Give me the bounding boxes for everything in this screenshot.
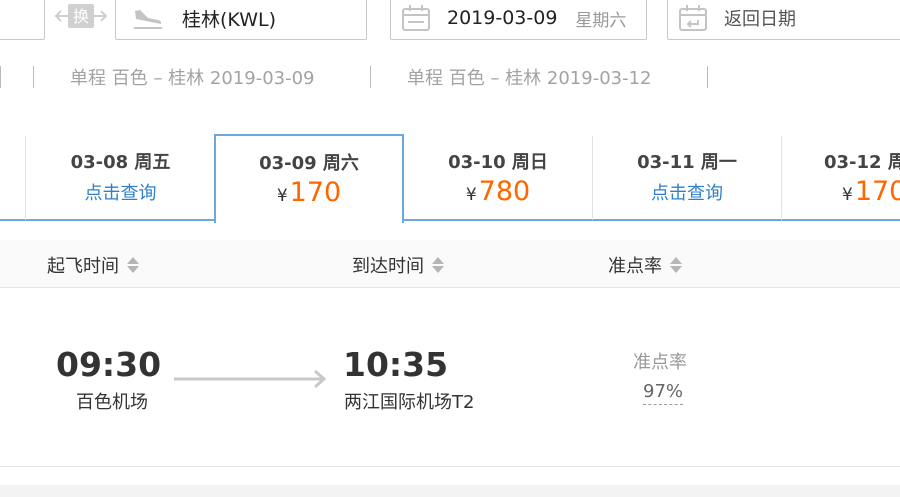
tab-date-label: 03-09 周六 — [259, 153, 359, 174]
plane-landing-icon — [134, 10, 162, 29]
flight-row[interactable]: 09:30 百色机场 10:35 两江国际机场T2 准点率 97% — [0, 289, 900, 467]
departure-date-value: 2019-03-09 — [447, 7, 558, 29]
trip-separator — [0, 66, 1, 88]
return-date-field[interactable]: 返回日期 — [667, 0, 900, 40]
departure-time: 09:30 — [56, 345, 162, 384]
sort-arrows-icon — [127, 256, 139, 274]
calendar-return-icon — [679, 5, 707, 31]
tab-query-link[interactable]: 点击查询 — [26, 179, 215, 205]
arrival-city-field[interactable]: 桂林(KWL) — [115, 0, 367, 40]
flight-arrow-icon — [174, 367, 329, 391]
sort-label: 起飞时间 — [47, 256, 119, 277]
tab-price: ¥170 — [216, 177, 402, 208]
trip-separator — [33, 66, 34, 88]
departure-city-field[interactable] — [0, 0, 45, 40]
tab-date-label: 03-10 周日 — [448, 152, 548, 173]
sort-bar: 起飞时间 到达时间 准点率 — [0, 240, 900, 288]
sort-ontime-rate[interactable]: 准点率 — [608, 252, 682, 278]
tab-query-link[interactable]: 点击查询 — [593, 179, 781, 205]
price-value: 170 — [854, 176, 900, 207]
trip-outbound[interactable]: 单程 百色 – 桂林 2019-03-09 — [70, 64, 315, 90]
ontime-rate-value[interactable]: 97% — [643, 381, 684, 405]
flight-search-page: 换 桂林(KWL) 2019-03-09 星期六 返回日期 单程 百色 – 桂林… — [0, 0, 900, 497]
tab-date-label: 03-12 周 — [824, 152, 900, 173]
calendar-icon — [402, 5, 430, 31]
arrival-time: 10:35 — [343, 345, 449, 384]
date-tab-03-12[interactable]: 03-12 周 ¥170 — [782, 136, 900, 220]
arrival-airport: 两江国际机场T2 — [344, 392, 475, 413]
next-row-strip — [0, 485, 900, 497]
tab-date-label: 03-11 周一 — [637, 152, 737, 173]
date-tab-03-08[interactable]: 03-08 周五 点击查询 — [26, 136, 215, 220]
arrival-city-value: 桂林(KWL) — [182, 8, 276, 31]
currency-symbol: ¥ — [465, 185, 477, 205]
trip-separator — [370, 66, 371, 88]
sort-label: 准点率 — [608, 256, 662, 277]
trip-return[interactable]: 单程 百色 – 桂林 2019-03-12 — [407, 64, 652, 90]
sort-arrows-icon — [670, 256, 682, 274]
date-tab-03-11[interactable]: 03-11 周一 点击查询 — [593, 136, 781, 220]
tab-date-label: 03-08 周五 — [70, 152, 171, 173]
price-value: 170 — [289, 177, 342, 208]
tab-price: ¥780 — [404, 176, 592, 207]
sort-departure-time[interactable]: 起飞时间 — [47, 252, 139, 278]
trip-separator — [707, 66, 708, 88]
departure-date-field[interactable]: 2019-03-09 星期六 — [390, 0, 647, 40]
sort-label: 到达时间 — [352, 256, 424, 277]
departure-airport: 百色机场 — [76, 392, 148, 413]
price-value: 780 — [478, 176, 531, 207]
date-tab-03-09-selected[interactable]: 03-09 周六 ¥170 — [214, 134, 404, 223]
svg-text:换: 换 — [73, 7, 89, 26]
trip-summary-bar: 单程 百色 – 桂林 2019-03-09 单程 百色 – 桂林 2019-03… — [0, 64, 900, 90]
ontime-label: 准点率 — [633, 352, 687, 373]
return-date-placeholder: 返回日期 — [724, 9, 796, 30]
date-tabs: 03-08 周五 点击查询 03-09 周六 ¥170 03-10 周日 ¥78… — [0, 134, 900, 223]
swap-icon: 换 — [54, 4, 108, 28]
swap-cities-button[interactable]: 换 — [54, 2, 108, 30]
currency-symbol: ¥ — [276, 186, 288, 206]
currency-symbol: ¥ — [842, 185, 853, 205]
departure-weekday: 星期六 — [575, 10, 627, 31]
date-tab-03-10[interactable]: 03-10 周日 ¥780 — [404, 136, 592, 220]
sort-arrows-icon — [432, 256, 444, 274]
tab-price: ¥170 — [842, 176, 900, 207]
sort-arrival-time[interactable]: 到达时间 — [352, 252, 444, 278]
